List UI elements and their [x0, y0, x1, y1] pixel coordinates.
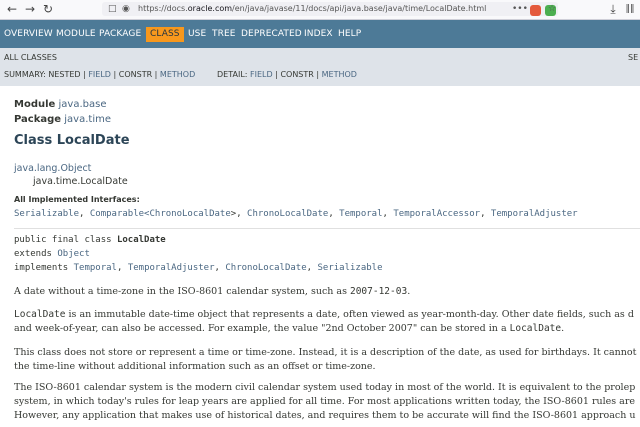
extension-icon[interactable] — [530, 5, 541, 16]
module-line: Module java.base — [14, 99, 106, 110]
summary-label: SUMMARY: NESTED | — [4, 70, 89, 79]
signature-class-name: LocalDate — [116, 235, 166, 245]
nav-overview[interactable]: OVERVIEW — [4, 20, 53, 48]
description-paragraph-1: A date without a time-zone in the ISO-86… — [14, 286, 410, 297]
implements-link[interactable]: Temporal — [74, 263, 117, 273]
bookmark-star-icon[interactable]: ☆ — [548, 3, 556, 15]
package-link[interactable]: java.time — [64, 114, 111, 125]
nav-index[interactable]: INDEX — [304, 20, 333, 48]
forward-arrow-icon[interactable]: → — [22, 2, 38, 16]
extends-keyword: extends — [14, 249, 58, 259]
main-content: Module java.base Package java.time Class… — [0, 86, 640, 427]
shield-icon[interactable]: □ — [108, 3, 117, 15]
separator: , — [328, 209, 340, 219]
interface-link[interactable]: Temporal — [339, 209, 382, 219]
address-bar[interactable]: □ ◉ https://docs.oracle.com/en/java/java… — [102, 2, 558, 16]
url-domain: oracle.com — [187, 4, 233, 13]
library-icon[interactable]: ‖‖ — [622, 2, 638, 16]
implements-link[interactable]: TemporalAdjuster — [128, 263, 215, 273]
interface-link[interactable]: TemporalAdjuster — [491, 209, 578, 219]
separator: , — [79, 209, 90, 219]
interface-link[interactable]: ChronoLocalDate — [247, 209, 328, 219]
description-paragraph-4-line-3: However, any application that makes use … — [14, 410, 636, 421]
separator: , — [236, 209, 248, 219]
page-title: Class LocalDate — [14, 133, 130, 148]
all-classes-link[interactable]: ALL CLASSES — [4, 53, 57, 62]
nav-deprecated[interactable]: DEPRECATED — [241, 20, 302, 48]
text: . — [561, 323, 565, 334]
search-label: SE — [628, 53, 639, 62]
interface-link[interactable]: ChronoLocalDate — [149, 209, 230, 219]
sub-navigation: ALL CLASSES SE SUMMARY: NESTED | FIELD |… — [0, 48, 640, 86]
detail-label: DETAIL: — [217, 70, 251, 79]
separator: , — [480, 209, 491, 219]
text: . — [407, 286, 411, 297]
text: and week-of-year, can also be accessed. … — [14, 323, 510, 334]
separator: , — [306, 263, 318, 273]
interfaces-label: All Implemented Interfaces: — [14, 195, 140, 204]
separator: , — [116, 263, 128, 273]
detail-field-link[interactable]: FIELD — [250, 70, 273, 79]
nav-package[interactable]: PACKAGE — [99, 20, 141, 48]
code-span: LocalDate — [14, 309, 66, 320]
text: is an immutable date-time object that re… — [65, 309, 634, 320]
description-paragraph-4-line-2: system, in which today's rules for leap … — [14, 396, 635, 407]
top-navigation: OVERVIEW MODULE PACKAGE CLASS USE TREE D… — [0, 20, 640, 48]
code-span: 2007-12-03 — [349, 286, 408, 297]
summary-separator: | CONSTR | — [110, 70, 160, 79]
divider — [14, 228, 640, 229]
detail-method-link[interactable]: METHOD — [322, 70, 357, 79]
separator: , — [382, 209, 394, 219]
package-label: Package — [14, 114, 62, 125]
text: A date without a time-zone in the ISO-86… — [14, 286, 350, 297]
nav-class[interactable]: CLASS — [146, 27, 184, 42]
download-icon[interactable]: ⤓ — [605, 2, 621, 16]
url-text[interactable]: https://docs.oracle.com/en/java/javase/1… — [138, 3, 486, 15]
implements-keyword: implements — [14, 263, 74, 273]
reload-icon[interactable]: ↻ — [40, 2, 56, 16]
detail-separator: | CONSTR | — [272, 70, 322, 79]
interface-link[interactable]: Serializable — [14, 209, 79, 219]
summary-field-link[interactable]: FIELD — [88, 70, 111, 79]
nav-tree[interactable]: TREE — [212, 20, 236, 48]
implements-link[interactable]: ChronoLocalDate — [225, 263, 306, 273]
url-path: /en/java/javase/11/docs/api/java.base/ja… — [232, 4, 487, 13]
code-span: LocalDate — [509, 323, 562, 334]
separator: , — [214, 263, 226, 273]
signature-line-1: public final class LocalDate — [14, 235, 166, 245]
implements-link[interactable]: Serializable — [317, 263, 382, 273]
summary-method-link[interactable]: METHOD — [160, 70, 195, 79]
back-arrow-icon[interactable]: ← — [4, 2, 20, 16]
interface-link[interactable]: TemporalAccessor — [393, 209, 480, 219]
detail-links: DETAIL: FIELD | CONSTR | METHOD — [217, 70, 357, 79]
extends-link[interactable]: Object — [57, 249, 90, 259]
module-label: Module — [14, 99, 56, 110]
nav-module[interactable]: MODULE — [56, 20, 96, 48]
browser-toolbar: ← → ↻ □ ◉ https://docs.oracle.com/en/jav… — [0, 0, 640, 20]
signature-line-3: implements Temporal, TemporalAdjuster, C… — [14, 263, 383, 273]
module-link[interactable]: java.base — [59, 99, 107, 110]
page-actions-icon[interactable]: ••• — [512, 3, 528, 15]
interface-link[interactable]: Comparable< — [90, 209, 150, 219]
summary-links: SUMMARY: NESTED | FIELD | CONSTR | METHO… — [4, 70, 195, 79]
signature-modifiers: public final class — [14, 235, 117, 245]
url-prefix: https://docs. — [138, 4, 188, 13]
description-paragraph-4-line-1: The ISO-8601 calendar system is the mode… — [14, 382, 636, 393]
lock-icon[interactable]: ◉ — [122, 3, 130, 15]
description-paragraph-3-line-1: This class does not store or represent a… — [14, 347, 637, 358]
interfaces-list: Serializable, Comparable<ChronoLocalDate… — [14, 209, 578, 219]
superclass-link[interactable]: java.lang.Object — [14, 163, 91, 174]
description-paragraph-2-line-1: LocalDate is an immutable date-time obje… — [14, 309, 634, 320]
package-line: Package java.time — [14, 114, 111, 125]
nav-help[interactable]: HELP — [338, 20, 361, 48]
signature-line-2: extends Object — [14, 249, 90, 259]
description-paragraph-3-line-2: the time-line without additional informa… — [14, 361, 376, 372]
class-hierarchy-leaf: java.time.LocalDate — [33, 176, 128, 187]
description-paragraph-2-line-2: and week-of-year, can also be accessed. … — [14, 323, 564, 334]
nav-use[interactable]: USE — [188, 20, 206, 48]
